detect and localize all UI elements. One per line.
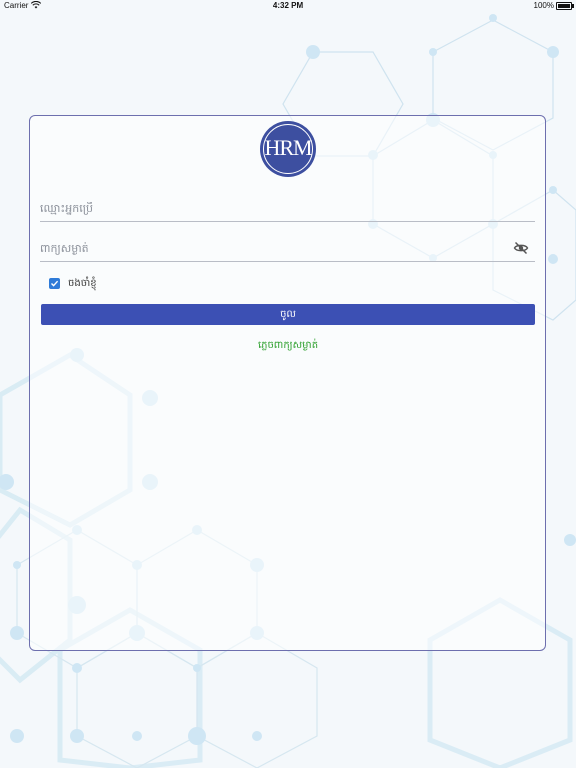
status-bar: Carrier 4:32 PM 100% xyxy=(0,0,576,12)
eye-off-icon[interactable] xyxy=(513,240,529,256)
battery-percent: 100% xyxy=(533,1,554,10)
hrm-logo: HRM xyxy=(260,121,316,177)
username-field xyxy=(40,195,535,222)
login-button[interactable]: ចូល xyxy=(41,304,535,325)
password-field xyxy=(40,235,535,262)
username-input[interactable] xyxy=(40,195,500,221)
status-time: 4:32 PM xyxy=(272,1,304,10)
battery-icon xyxy=(556,2,574,10)
check-icon xyxy=(51,280,59,287)
remember-me: ចងចាំខ្ញុំ xyxy=(49,276,97,290)
remember-checkbox[interactable] xyxy=(49,277,60,289)
remember-label: ចងចាំខ្ញុំ xyxy=(68,277,97,289)
password-input[interactable] xyxy=(40,235,500,261)
logo-text: HRM xyxy=(264,135,312,160)
forgot-password-link[interactable]: ភ្លេចពាក្យសម្ងាត់ xyxy=(0,338,576,353)
